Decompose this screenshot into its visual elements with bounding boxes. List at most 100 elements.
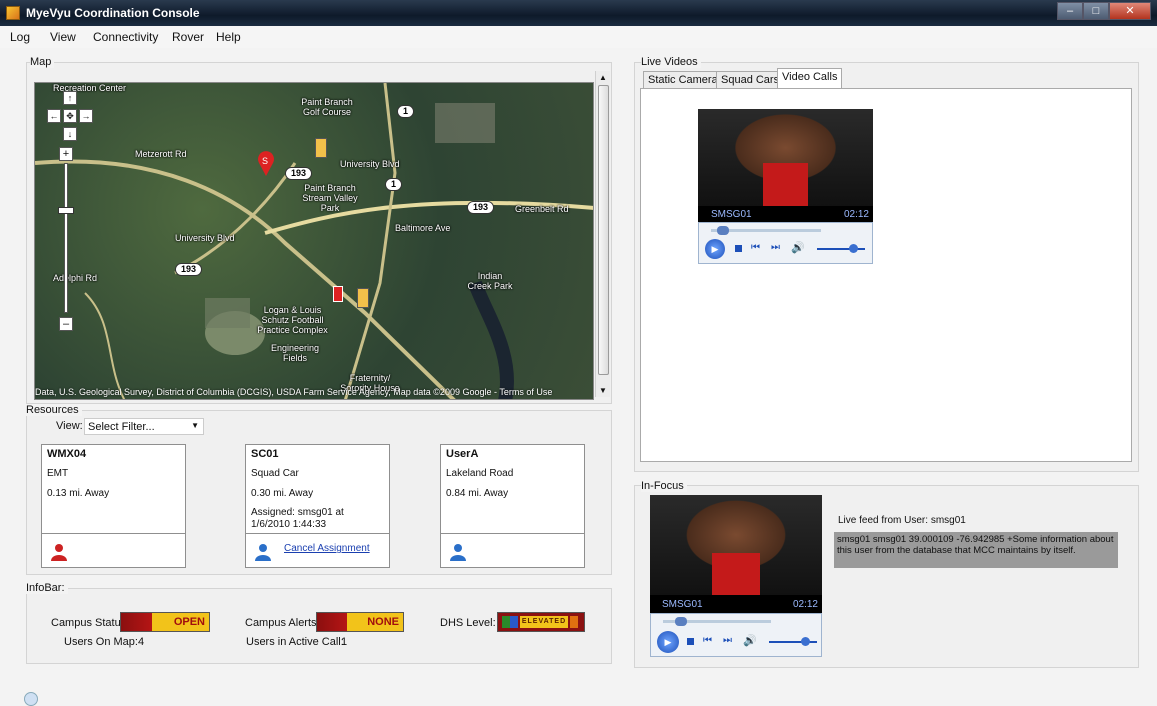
in-focus-controls: ▶ ⏮ ⏭ 🔊 [650,613,822,657]
users-on-map-label: Users On Map: [64,636,138,648]
resource-type: Squad Car [251,468,299,479]
next-icon[interactable]: ⏭ [723,635,732,646]
play-icon[interactable]: ▶ [657,631,679,653]
route-shield: 193 [467,201,495,214]
volume-icon[interactable]: 🔊 [743,634,757,647]
pan-center-icon[interactable]: ✥ [63,109,77,123]
resource-distance: 0.13 mi. Away [47,488,110,499]
pan-up-icon[interactable]: ↑ [63,91,77,105]
route-shield: 193 [175,263,203,276]
map-label-baltimore: Baltimore Ave [395,223,451,233]
menu-view[interactable]: View [50,30,76,44]
previous-icon[interactable]: ⏮ [751,242,760,253]
map-label-indian-creek: Indian Creek Park [467,271,513,291]
video-subject-shirt [712,553,760,595]
dhs-level-label: DHS Level: [440,617,496,629]
dhs-green-segment [502,616,510,628]
volume-thumb[interactable] [801,637,810,646]
play-icon[interactable]: ▶ [705,239,725,259]
zoom-slider-thumb[interactable] [58,207,74,214]
map-pin-icon[interactable]: S [257,151,275,177]
resource-card-wmx04[interactable]: WMX04 EMT 0.13 mi. Away [41,444,186,568]
zoom-slider[interactable] [64,163,68,313]
in-focus-player[interactable]: SMSG01 02:12 [650,495,822,613]
filter-select-value: Select Filter... [88,421,155,433]
user-info-text: smsg01 smsg01 39.000109 -76.942985 +Some… [834,532,1118,568]
users-on-map-value: 4 [138,636,145,648]
video-seek-thumb[interactable] [717,226,729,235]
pan-control[interactable]: ↑ ← ✥ → ↓ [45,91,97,143]
map-label-greenbelt: Greenbelt Rd [515,204,569,214]
resource-card-sc01[interactable]: SC01 Squad Car 0.30 mi. Away Assigned: s… [245,444,390,568]
map-label-adelphi: Adelphi Rd [53,273,98,283]
dhs-level-bar: ELEVATED [497,612,585,632]
resource-distance: 0.84 mi. Away [446,488,509,499]
person-blue-icon[interactable] [449,543,467,561]
map-label-golf: Paint Branch Golf Course [301,97,353,117]
menu-bar: Log View Connectivity Rover Help [0,26,1157,48]
campus-status-value: OPEN [173,616,205,628]
maximize-button[interactable]: □ [1083,2,1109,20]
campus-status-bar: OPEN [120,612,210,632]
volume-icon[interactable]: 🔊 [791,241,805,254]
video-subject-shirt [763,163,808,206]
cancel-assignment-link[interactable]: Cancel Assignment [284,543,370,554]
tab-video-calls[interactable]: Video Calls [777,68,843,89]
close-button[interactable]: ✕ [1109,2,1151,20]
map-label-football: Logan & Louis Schutz Football Practice C… [257,305,328,335]
tab-squad-cars[interactable]: Squad Cars [716,71,785,89]
infobar-group-label: InfoBar: [26,582,68,594]
scroll-down-icon[interactable]: ▼ [599,386,607,395]
previous-icon[interactable]: ⏮ [703,635,712,646]
map-label-stream-park: Paint Branch Stream Valley Park [302,183,358,213]
video-user-label: SMSG01 [711,209,752,220]
pan-right-icon[interactable]: → [79,109,93,123]
filter-select[interactable]: Select Filter... ▼ [84,418,204,435]
video-user-label: SMSG01 [662,599,703,610]
emt-marker-icon[interactable] [333,286,343,302]
campus-alerts-label: Campus Alerts: [245,617,320,629]
map-label-university-blvd: University Blvd [340,159,400,169]
zoom-out-icon[interactable]: – [59,317,73,331]
video-call-player[interactable]: SMSG01 02:12 [698,109,873,222]
menu-rover[interactable]: Rover [172,30,204,44]
scroll-up-icon[interactable]: ▲ [599,73,607,82]
video-caption: SMSG01 02:12 [698,209,873,222]
map-label-engineering: Engineering Fields [270,343,320,363]
volume-thumb[interactable] [849,244,858,253]
menu-connectivity[interactable]: Connectivity [93,30,158,44]
map-label-metzerott: Metzerott Rd [135,149,187,159]
resource-type: EMT [47,468,69,479]
users-in-call-label: Users in Active Call: [246,636,344,648]
svg-text:S: S [262,156,268,166]
users-in-call-value: 1 [341,636,348,648]
video-time-label: 02:12 [843,209,869,220]
pan-down-icon[interactable]: ↓ [63,127,77,141]
pan-left-icon[interactable]: ← [47,109,61,123]
video-call-controls: ▶ ⏮ ⏭ 🔊 [698,222,873,264]
route-shield: 1 [397,105,415,118]
menu-log[interactable]: Log [10,30,30,44]
video-seek-thumb[interactable] [675,617,687,626]
stop-icon[interactable] [735,245,742,252]
resources-group-label: Resources [26,404,82,416]
minimize-button[interactable]: – [1057,2,1083,20]
stop-icon[interactable] [687,638,694,645]
zoom-in-icon[interactable]: + [59,147,73,161]
scroll-thumb[interactable] [598,85,609,375]
marker-icon[interactable] [315,138,327,158]
live-videos-group-label: Live Videos [641,56,701,68]
chevron-down-icon[interactable]: ▼ [191,421,199,430]
menu-help[interactable]: Help [216,30,241,44]
marker-icon[interactable] [357,288,369,308]
map-view[interactable]: Recreation Center Paint Branch Golf Cour… [34,82,594,400]
resource-card-usera[interactable]: UserA Lakeland Road 0.84 mi. Away [440,444,585,568]
video-caption: SMSG01 02:12 [650,599,822,613]
map-scrollbar[interactable]: ▲ ▼ [595,71,610,397]
resource-name: WMX04 [47,448,87,460]
next-icon[interactable]: ⏭ [771,242,780,253]
person-red-icon[interactable] [50,543,68,561]
video-time-label: 02:12 [792,599,818,610]
resource-distance: 0.30 mi. Away [251,488,314,499]
person-blue-icon[interactable] [254,543,272,561]
